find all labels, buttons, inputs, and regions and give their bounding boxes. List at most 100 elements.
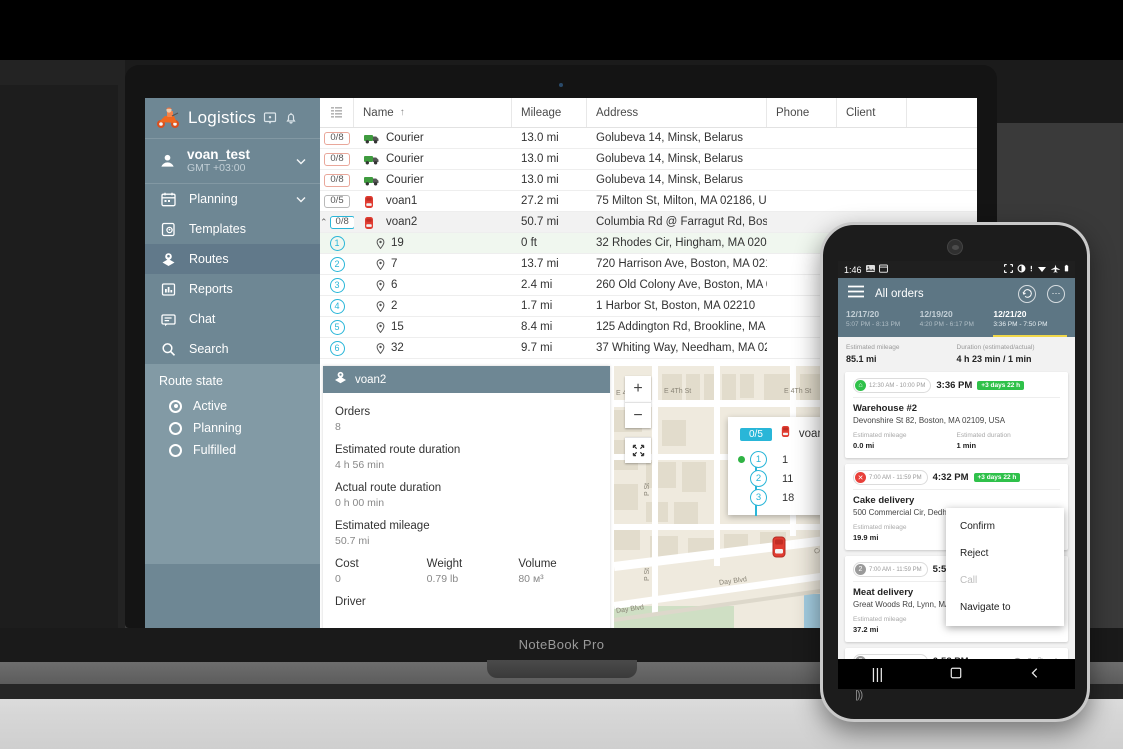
- battery-icon: [1064, 264, 1069, 275]
- order-context-menu[interactable]: Confirm Reject Call Navigate to: [946, 508, 1064, 626]
- field-label: Estimated mileage: [853, 432, 907, 439]
- route-state-option-fulfilled[interactable]: Fulfilled: [145, 439, 320, 461]
- stop-number: 4: [329, 298, 345, 314]
- order-time: 3:36 PM: [936, 380, 973, 391]
- sidebar-item-routes[interactable]: Routes: [145, 244, 320, 274]
- stop-label: 18: [782, 491, 795, 504]
- row-spacer: [907, 149, 977, 169]
- car-icon: [363, 195, 380, 208]
- table-row[interactable]: 0/8 Courier 13.0 mi Golubeva 14, Minsk, …: [320, 170, 977, 191]
- menu-item-navigate-to[interactable]: Navigate to: [946, 594, 1064, 621]
- map-pin-icon: [376, 237, 385, 249]
- sync-icon[interactable]: [1018, 284, 1036, 303]
- subrow-count-cell: 15: [354, 317, 512, 337]
- radio-icon[interactable]: [169, 399, 182, 413]
- subrow-mileage: 13.7 mi: [521, 258, 559, 270]
- field-label: Estimated duration: [956, 432, 1011, 439]
- more-horizontal-icon[interactable]: ⋯: [1047, 284, 1065, 303]
- menu-item-reject[interactable]: Reject: [946, 540, 1064, 567]
- row-name: Courier: [386, 174, 424, 186]
- route-state-option-planning[interactable]: Planning: [145, 417, 320, 439]
- time-window: 7:00 AM - 11:59 PM: [869, 474, 922, 481]
- sidebar-item-search[interactable]: Search: [145, 334, 320, 364]
- stop-label: 11: [782, 472, 794, 485]
- sidebar-item-templates[interactable]: Templates: [145, 214, 320, 244]
- row-spacer: [907, 170, 977, 190]
- column-header-phone[interactable]: Phone: [767, 98, 837, 127]
- subrow-address: 32 Rhodes Cir, Hingham, MA 02043, …: [596, 237, 767, 249]
- bell-icon[interactable]: [284, 111, 298, 125]
- order-card[interactable]: ⌂ 12:30 AM - 10:00 PM 3:36 PM +3 days 22…: [845, 372, 1068, 458]
- hamburger-menu-icon[interactable]: [848, 285, 864, 303]
- route-state-label: Fulfilled: [193, 443, 237, 457]
- row-badge-cell[interactable]: 0/8: [320, 128, 354, 148]
- row-badge-cell[interactable]: 0/8: [320, 149, 354, 169]
- radio-icon[interactable]: [169, 443, 182, 457]
- sidebar-item-chat[interactable]: Chat: [145, 304, 320, 334]
- phone-camera-icon: [947, 239, 963, 255]
- row-badge-cell[interactable]: 0/5: [320, 191, 354, 211]
- stop-index-cell: 2: [320, 254, 354, 274]
- row-address: Golubeva 14, Minsk, Belarus: [596, 174, 744, 186]
- map-label: P St: [644, 567, 651, 581]
- home-icon: ⌂: [855, 380, 866, 391]
- stop-label: 1: [782, 453, 789, 466]
- zoom-in-button[interactable]: +: [625, 376, 651, 402]
- phone-app-bar: All orders ⋯: [838, 278, 1075, 309]
- map-zoom-controls: + −: [625, 376, 651, 463]
- route-state-option-active[interactable]: Active: [145, 395, 320, 417]
- status-badge: 0/8: [329, 215, 354, 229]
- route-state-label: Planning: [193, 421, 242, 435]
- row-address: Golubeva 14, Minsk, Belarus: [596, 132, 744, 144]
- order-address: Devonshire St 82, Boston, MA 02109, USA: [853, 416, 1006, 425]
- recents-icon[interactable]: |||: [872, 666, 884, 683]
- order-mileage: Estimated mileage 19.9 mi: [853, 523, 957, 543]
- sidebar-item-reports[interactable]: Reports: [145, 274, 320, 304]
- phone-date-tab[interactable]: 12/19/20 4:20 PM - 6:17 PM: [920, 309, 994, 337]
- menu-item-confirm[interactable]: Confirm: [946, 513, 1064, 540]
- order-card[interactable]: 3 7:00 AM - 11:59 PM 6:58 PM 👁 3 🏷 ⋮ Mat…: [845, 648, 1068, 659]
- row-client: [837, 170, 907, 190]
- stop-number: 3: [329, 277, 345, 293]
- phone-date-tab-active[interactable]: 12/21/20 3:36 PM - 7:50 PM: [993, 309, 1068, 337]
- table-row[interactable]: 0/8 Courier 13.0 mi Golubeva 14, Minsk, …: [320, 149, 977, 170]
- subrow-address: 1 Harbor St, Boston, MA 02210: [596, 300, 756, 312]
- brightness-icon: [1017, 264, 1026, 275]
- grid-columns-icon[interactable]: [320, 98, 354, 127]
- row-address: Columbia Rd @ Farragut Rd, Boston,…: [596, 216, 767, 228]
- collapse-chevron-icon[interactable]: ⌃: [320, 217, 328, 228]
- row-badge-cell[interactable]: ⌃ 0/8: [320, 212, 354, 232]
- chat-bubble-icon[interactable]: [263, 111, 277, 125]
- car-marker-icon[interactable]: [771, 536, 787, 558]
- summary-value: 4 h 23 min / 1 min: [956, 354, 1032, 364]
- row-badge-cell[interactable]: 0/8: [320, 170, 354, 190]
- column-header-client[interactable]: Client: [837, 98, 907, 127]
- map-label: E 4Th St: [784, 388, 812, 395]
- field-label: Actual route duration: [335, 482, 442, 494]
- phone-device: 1:46 All orders ⋯ 12/17/20 5:07 PM - 8:1…: [820, 222, 1090, 722]
- date-label: 12/17/20: [846, 309, 880, 319]
- stop-number: 5: [329, 319, 345, 335]
- order-mileage: Estimated mileage 37.2 mi: [853, 615, 957, 635]
- user-switcher[interactable]: voan_test GMT +03:00: [145, 139, 320, 183]
- row-phone: [767, 149, 837, 169]
- row-mileage: 13.0 mi: [521, 132, 559, 144]
- column-header-name[interactable]: Name ↑: [354, 98, 512, 127]
- column-header-address[interactable]: Address: [587, 98, 767, 127]
- home-square-icon[interactable]: [950, 666, 962, 683]
- table-row[interactable]: 0/5 voan1 27.2 mi 75 Milton St, Milton, …: [320, 191, 977, 212]
- sort-ascending-icon: ↑: [399, 107, 405, 118]
- column-header-mileage[interactable]: Mileage: [512, 98, 587, 127]
- phone-date-tab[interactable]: 12/17/20 5:07 PM - 8:13 PM: [846, 309, 920, 337]
- summary-label: Duration (estimated/actual): [956, 344, 1035, 351]
- radio-icon[interactable]: [169, 421, 182, 435]
- date-range: 5:07 PM - 8:13 PM: [846, 321, 901, 328]
- field-label: Orders: [335, 406, 371, 418]
- sidebar-item-planning[interactable]: Planning: [145, 184, 320, 214]
- fullscreen-button[interactable]: [625, 437, 651, 463]
- table-row[interactable]: 0/8 Courier 13.0 mi Golubeva 14, Minsk, …: [320, 128, 977, 149]
- chevron-down-icon[interactable]: [294, 154, 308, 168]
- zoom-out-button[interactable]: −: [625, 402, 651, 428]
- chevron-down-icon[interactable]: [294, 192, 308, 206]
- back-chevron-icon[interactable]: [1029, 666, 1041, 683]
